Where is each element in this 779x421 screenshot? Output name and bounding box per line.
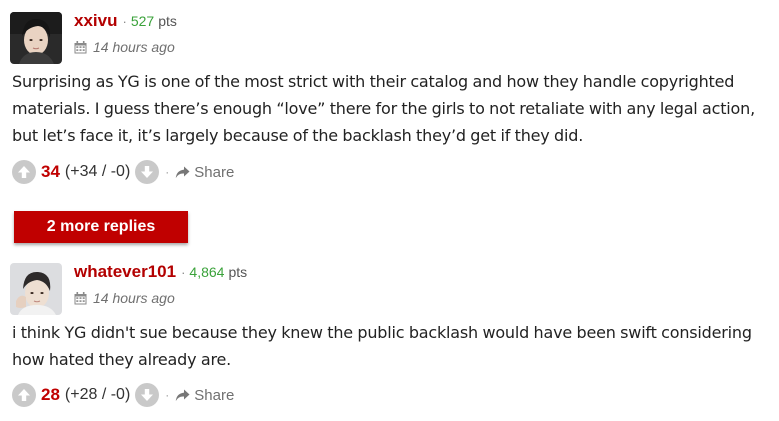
points-unit: pts	[158, 13, 177, 29]
vote-breakdown: (+34 / -0)	[64, 163, 131, 180]
more-replies-button[interactable]: 2 more replies	[14, 211, 188, 243]
separator-dot: ·	[181, 265, 186, 280]
vote-bar: 28 (+28 / -0) · Share	[12, 382, 234, 408]
comment-text-line: materials. I guess there’s enough “love”…	[12, 99, 755, 118]
comment-text-line: how hated they already are.	[12, 350, 232, 369]
calendar-icon	[74, 40, 87, 53]
comment-text-line: but let’s face it, it’s largely because …	[12, 126, 584, 145]
calendar-icon	[74, 291, 87, 304]
comment-body: i think YG didn't sue because they knew …	[12, 319, 777, 373]
arrow-up-icon	[18, 389, 30, 401]
upvote-button[interactable]	[12, 160, 36, 184]
comment-body: Surprising as YG is one of the most stri…	[12, 68, 777, 149]
time-text: 14 hours ago	[93, 39, 175, 55]
timestamp: 14 hours ago	[74, 289, 175, 307]
points-unit: pts	[228, 264, 248, 280]
separator-dot: ·	[165, 165, 170, 179]
comment-text-line: Surprising as YG is one of the most stri…	[12, 72, 735, 91]
vote-score: 28	[41, 385, 60, 404]
arrow-down-icon	[141, 166, 154, 178]
arrow-up-icon	[18, 166, 30, 178]
user-points: 4,864	[189, 264, 225, 280]
vote-score: 34	[41, 162, 60, 181]
author-line: xxivu · 527 pts	[74, 11, 177, 33]
vote-bar: 34 (+34 / -0) · Share	[12, 159, 234, 185]
share-arrow-icon	[176, 389, 190, 401]
share-button[interactable]: Share	[175, 164, 234, 181]
arrow-down-icon	[141, 389, 154, 401]
share-label: Share	[194, 386, 235, 404]
upvote-button[interactable]	[12, 383, 36, 407]
separator-dot: ·	[122, 14, 127, 29]
downvote-button[interactable]	[135, 160, 160, 184]
share-arrow-icon	[176, 166, 190, 178]
share-button[interactable]: Share	[175, 387, 234, 404]
comment-text-line: i think YG didn't sue because they knew …	[12, 323, 752, 342]
username-link[interactable]: whatever101	[74, 262, 176, 282]
author-line: whatever101 · 4,864 pts	[74, 262, 247, 284]
user-points: 527	[130, 13, 155, 29]
username-link[interactable]: xxivu	[74, 11, 117, 31]
downvote-button[interactable]	[135, 383, 160, 407]
timestamp: 14 hours ago	[74, 38, 175, 56]
share-label: Share	[194, 163, 235, 181]
time-text: 14 hours ago	[93, 290, 175, 306]
avatar[interactable]	[10, 12, 62, 64]
separator-dot: ·	[165, 388, 170, 402]
avatar[interactable]	[10, 263, 62, 315]
vote-breakdown: (+28 / -0)	[64, 386, 131, 403]
